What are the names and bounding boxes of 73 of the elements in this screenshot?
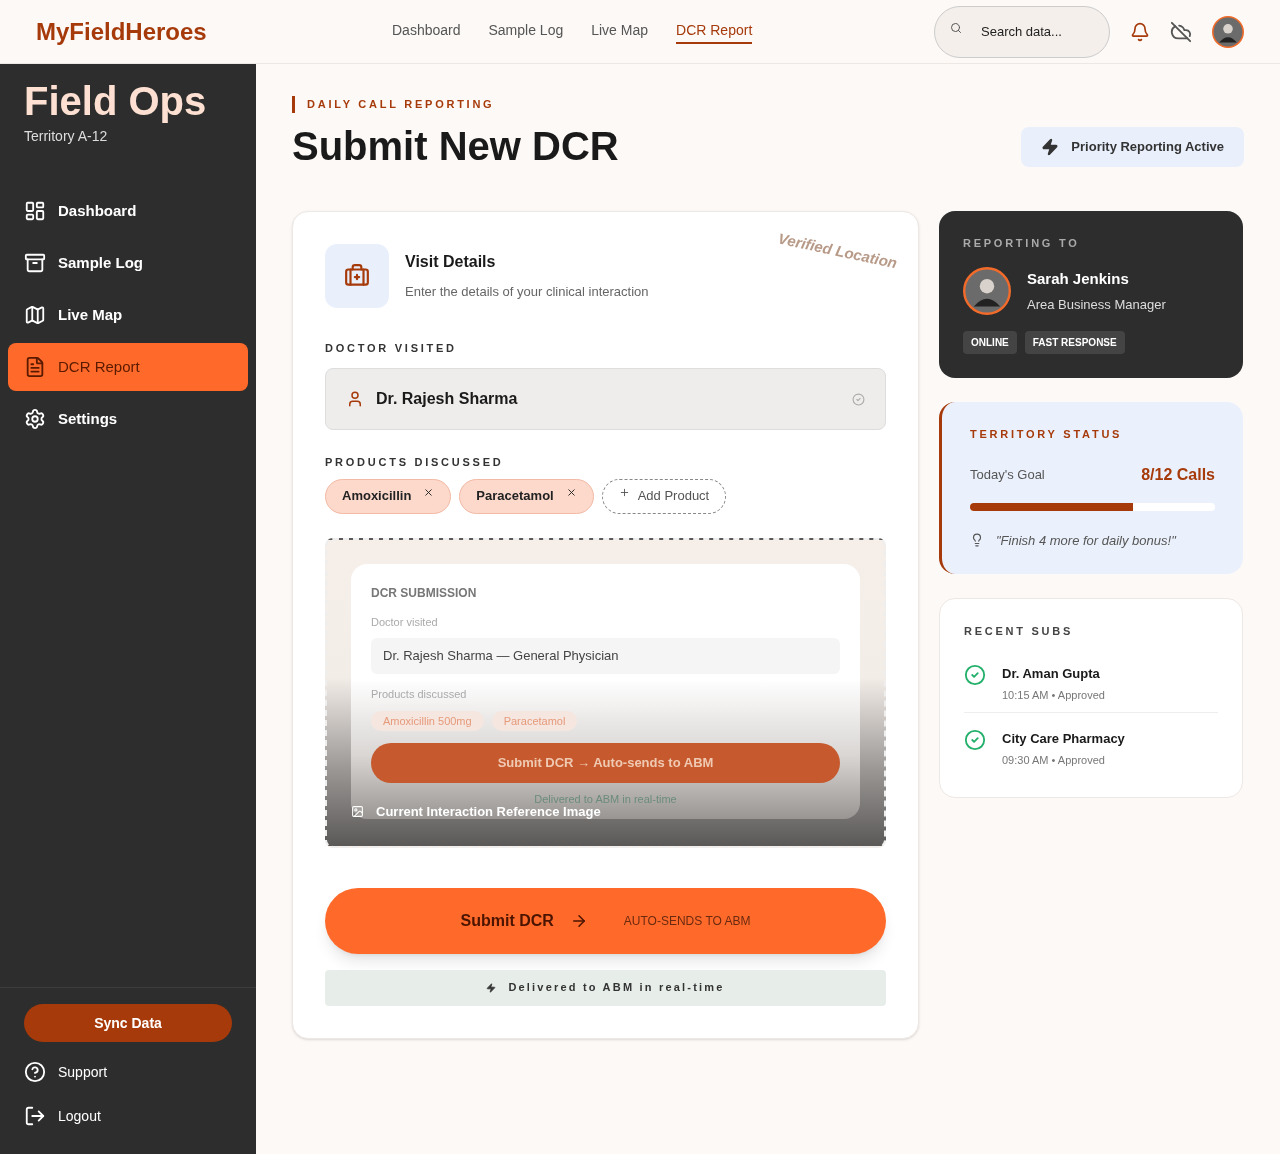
submission-name[interactable]: City Care Pharmacy [1002, 728, 1125, 748]
goal-value: 8/12 Calls [1141, 464, 1215, 485]
help-icon [24, 1061, 46, 1083]
card-label: RECENT SUBS [964, 624, 1075, 639]
brand-logo[interactable]: MyFieldHeroes [36, 13, 376, 50]
remove-icon[interactable] [565, 486, 577, 498]
check-icon [964, 728, 986, 751]
remove-icon[interactable] [423, 486, 435, 498]
status-tag: ONLINE [963, 331, 1017, 354]
mock-label: Products discussed [371, 687, 468, 702]
status-tag: FAST RESPONSE [1024, 331, 1125, 354]
sidebar-item[interactable]: Sample Log [8, 239, 248, 287]
product-chip: Amoxicillin [325, 478, 452, 514]
settings-icon [24, 408, 46, 430]
plus-icon [618, 486, 630, 498]
check-icon [964, 663, 986, 686]
map-icon [24, 304, 46, 326]
field-label: PRODUCTS DISCUSSED [325, 455, 505, 470]
delivery-note: Delivered to ABM in real-time [325, 969, 886, 1006]
stamp-text: Verified Location [775, 228, 899, 273]
manager-avatar [963, 267, 1011, 315]
sidebar-item[interactable]: Dashboard [8, 187, 248, 235]
nav-link[interactable]: DCR Report [676, 19, 753, 44]
nav-link[interactable]: Dashboard [392, 19, 461, 44]
mock-chip: Amoxicillin 500mg [371, 710, 484, 731]
nav-link[interactable]: Sample Log [488, 19, 564, 44]
lightning-icon [1041, 137, 1060, 156]
nav-link[interactable]: Live Map [591, 19, 649, 44]
document-icon [24, 356, 46, 378]
manager-name: Sarah Jenkins [1027, 269, 1130, 289]
submit-dcr-button[interactable]: Submit DCR AUTO-SENDS TO ABM [325, 887, 886, 954]
archive-icon [24, 252, 46, 274]
submission-meta: 10:15 AM • Approved [1002, 688, 1105, 703]
doctor-field[interactable]: Dr. Rajesh Sharma [325, 368, 886, 430]
submission-meta: 09:30 AM • Approved [1002, 753, 1106, 768]
tip-text: "Finish 4 more for daily bonus!" [996, 531, 1176, 550]
medical-kit-icon [325, 243, 389, 308]
goal-label: Today's Goal [970, 465, 1045, 484]
card-label: TERRITORY STATUS [970, 427, 1124, 442]
user-avatar [1212, 15, 1244, 48]
priority-badge: Priority Reporting Active [1021, 126, 1244, 167]
bell-icon[interactable] [1130, 21, 1150, 42]
product-chip: Paracetamol [459, 478, 594, 514]
sidebar-item[interactable]: DCR Report [8, 343, 248, 391]
search-icon [950, 21, 962, 34]
manager-role: Area Business Manager [1027, 295, 1166, 314]
lightbulb-icon [970, 533, 984, 548]
dashboard-icon [24, 200, 46, 222]
card-subtitle: Enter the details of your clinical interaction [405, 282, 649, 301]
search-field[interactable]: Search data... [934, 5, 1110, 58]
card-label: REPORTING TO [963, 235, 1081, 251]
mock-field: Dr. Rajesh Sharma — General Physician [371, 638, 840, 674]
sidebar-item[interactable]: Settings [8, 395, 248, 443]
sidebar-item[interactable]: Live Map [8, 291, 248, 339]
sidebar-subtitle: Territory A-12 [24, 127, 109, 146]
cloud-off-icon[interactable] [1170, 20, 1192, 43]
page-title: Submit New DCR [292, 122, 619, 170]
page-eyebrow: DAILY CALL REPORTING [292, 96, 619, 113]
image-icon [351, 805, 364, 819]
lightning-icon [486, 982, 497, 993]
submission-name[interactable]: Dr. Aman Gupta [1002, 663, 1105, 683]
mock-heading: DCR SUBMISSION [371, 584, 478, 602]
check-icon [852, 392, 865, 406]
person-icon [346, 390, 364, 408]
card-title: Visit Details [405, 251, 497, 272]
logout-icon [24, 1105, 46, 1127]
field-label: DOCTOR VISITED [325, 340, 458, 356]
sidebar-link[interactable]: Support [24, 1058, 232, 1086]
mock-label: Doctor visited [371, 614, 439, 630]
sidebar-link[interactable]: Logout [24, 1102, 232, 1130]
sidebar-title: Field Ops [24, 78, 208, 125]
sync-data-button[interactable]: Sync Data [24, 1004, 232, 1042]
mock-chip: Paracetamol [491, 710, 578, 731]
